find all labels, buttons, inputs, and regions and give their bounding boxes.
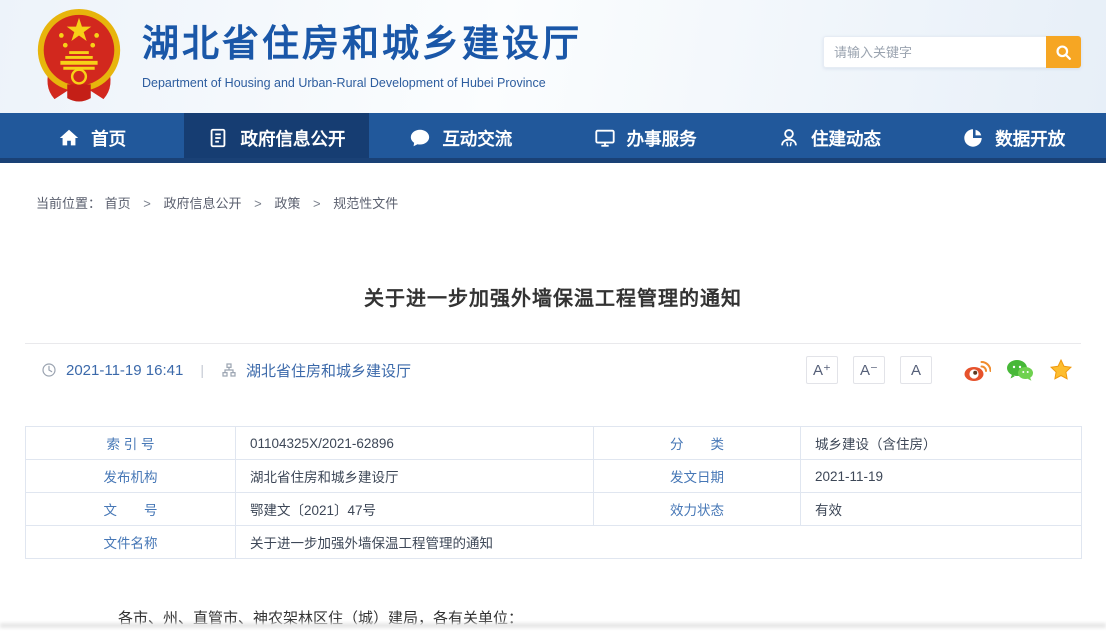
bottom-cutoff-shade xyxy=(0,623,1106,628)
chat-icon xyxy=(409,127,431,149)
font-decrease-button[interactable]: A⁻ xyxy=(853,356,885,384)
validity-status-value: 有效 xyxy=(801,493,1082,526)
site-header: 湖北省住房和城乡建设厅 Department of Housing and Ur… xyxy=(0,0,1106,113)
nav-item-open-data[interactable]: 数据开放 xyxy=(922,113,1106,163)
search-icon xyxy=(1054,43,1073,62)
publish-time: 2021-11-19 16:41 xyxy=(66,362,183,379)
person-icon xyxy=(778,127,800,149)
issuing-agency-value: 湖北省住房和城乡建设厅 xyxy=(236,460,594,493)
article-title: 关于进一步加强外墙保温工程管理的通知 xyxy=(0,282,1106,311)
favorite-star-icon[interactable] xyxy=(1049,358,1073,382)
home-icon xyxy=(58,127,80,149)
breadcrumb-item-policy[interactable]: 政策 xyxy=(274,196,300,211)
nav-item-news[interactable]: 住建动态 xyxy=(737,113,921,163)
nav-item-services[interactable]: 办事服务 xyxy=(553,113,737,163)
index-number-value: 01104325X/2021-62896 xyxy=(236,427,594,460)
breadcrumb-item-government-info[interactable]: 政府信息公开 xyxy=(164,196,242,211)
breadcrumb-prefix: 当前位置： xyxy=(36,196,101,211)
font-default-button[interactable]: A xyxy=(900,356,932,384)
document-info-table: 索 引 号 01104325X/2021-62896 分 类 城乡建设（含住房）… xyxy=(25,426,1082,559)
issue-date-label: 发文日期 xyxy=(594,460,801,493)
weibo-share-icon[interactable] xyxy=(963,358,991,382)
wechat-share-icon[interactable] xyxy=(1006,358,1034,382)
source-icon xyxy=(221,362,237,378)
nav-item-government-info[interactable]: 政府信息公开 xyxy=(184,113,368,163)
breadcrumb-separator: > xyxy=(254,196,262,211)
breadcrumb-item-normative-docs[interactable]: 规范性文件 xyxy=(333,196,398,211)
national-emblem-logo xyxy=(34,6,124,104)
document-name-label: 文件名称 xyxy=(26,526,236,559)
validity-status-label: 效力状态 xyxy=(594,493,801,526)
pie-chart-icon xyxy=(962,127,984,149)
nav-label: 办事服务 xyxy=(627,126,697,151)
meta-separator: | xyxy=(200,362,204,378)
search-button[interactable] xyxy=(1046,36,1081,68)
breadcrumb-separator: > xyxy=(143,196,151,211)
table-row: 索 引 号 01104325X/2021-62896 分 类 城乡建设（含住房） xyxy=(26,427,1082,460)
breadcrumb: 当前位置： 首页 > 政府信息公开 > 政策 > 规范性文件 xyxy=(0,163,1106,212)
main-nav: 首页 政府信息公开 互动交流 办事服务 住建动态 xyxy=(0,113,1106,163)
font-increase-button[interactable]: A⁺ xyxy=(806,356,838,384)
nav-label: 住建动态 xyxy=(811,126,881,151)
document-icon xyxy=(207,127,229,149)
nav-item-interaction[interactable]: 互动交流 xyxy=(369,113,553,163)
article-meta-bar: 2021-11-19 16:41 | 湖北省住房和城乡建设厅 A⁺ A⁻ A xyxy=(25,344,1081,396)
table-row: 文件名称 关于进一步加强外墙保温工程管理的通知 xyxy=(26,526,1082,559)
issue-date-value: 2021-11-19 xyxy=(801,460,1082,493)
table-row: 文 号 鄂建文〔2021〕47号 效力状态 有效 xyxy=(26,493,1082,526)
search-bar xyxy=(823,36,1081,68)
article-source: 湖北省住房和城乡建设厅 xyxy=(246,360,411,381)
document-number-value: 鄂建文〔2021〕47号 xyxy=(236,493,594,526)
issuing-agency-label: 发布机构 xyxy=(26,460,236,493)
nav-label: 互动交流 xyxy=(442,126,512,151)
monitor-icon xyxy=(594,127,616,149)
site-title: 湖北省住房和城乡建设厅 xyxy=(142,13,582,67)
clock-icon xyxy=(41,362,57,378)
nav-label: 政府信息公开 xyxy=(240,126,345,151)
breadcrumb-separator: > xyxy=(313,196,321,211)
document-number-label: 文 号 xyxy=(26,493,236,526)
nav-item-home[interactable]: 首页 xyxy=(0,113,184,163)
breadcrumb-item-home[interactable]: 首页 xyxy=(105,196,131,211)
category-label: 分 类 xyxy=(594,427,801,460)
nav-label: 数据开放 xyxy=(995,126,1065,151)
search-input[interactable] xyxy=(823,36,1046,68)
category-value: 城乡建设（含住房） xyxy=(801,427,1082,460)
index-number-label: 索 引 号 xyxy=(26,427,236,460)
site-subtitle: Department of Housing and Urban-Rural De… xyxy=(142,76,582,90)
nav-label: 首页 xyxy=(91,126,126,151)
document-name-value: 关于进一步加强外墙保温工程管理的通知 xyxy=(236,526,1082,559)
table-row: 发布机构 湖北省住房和城乡建设厅 发文日期 2021-11-19 xyxy=(26,460,1082,493)
